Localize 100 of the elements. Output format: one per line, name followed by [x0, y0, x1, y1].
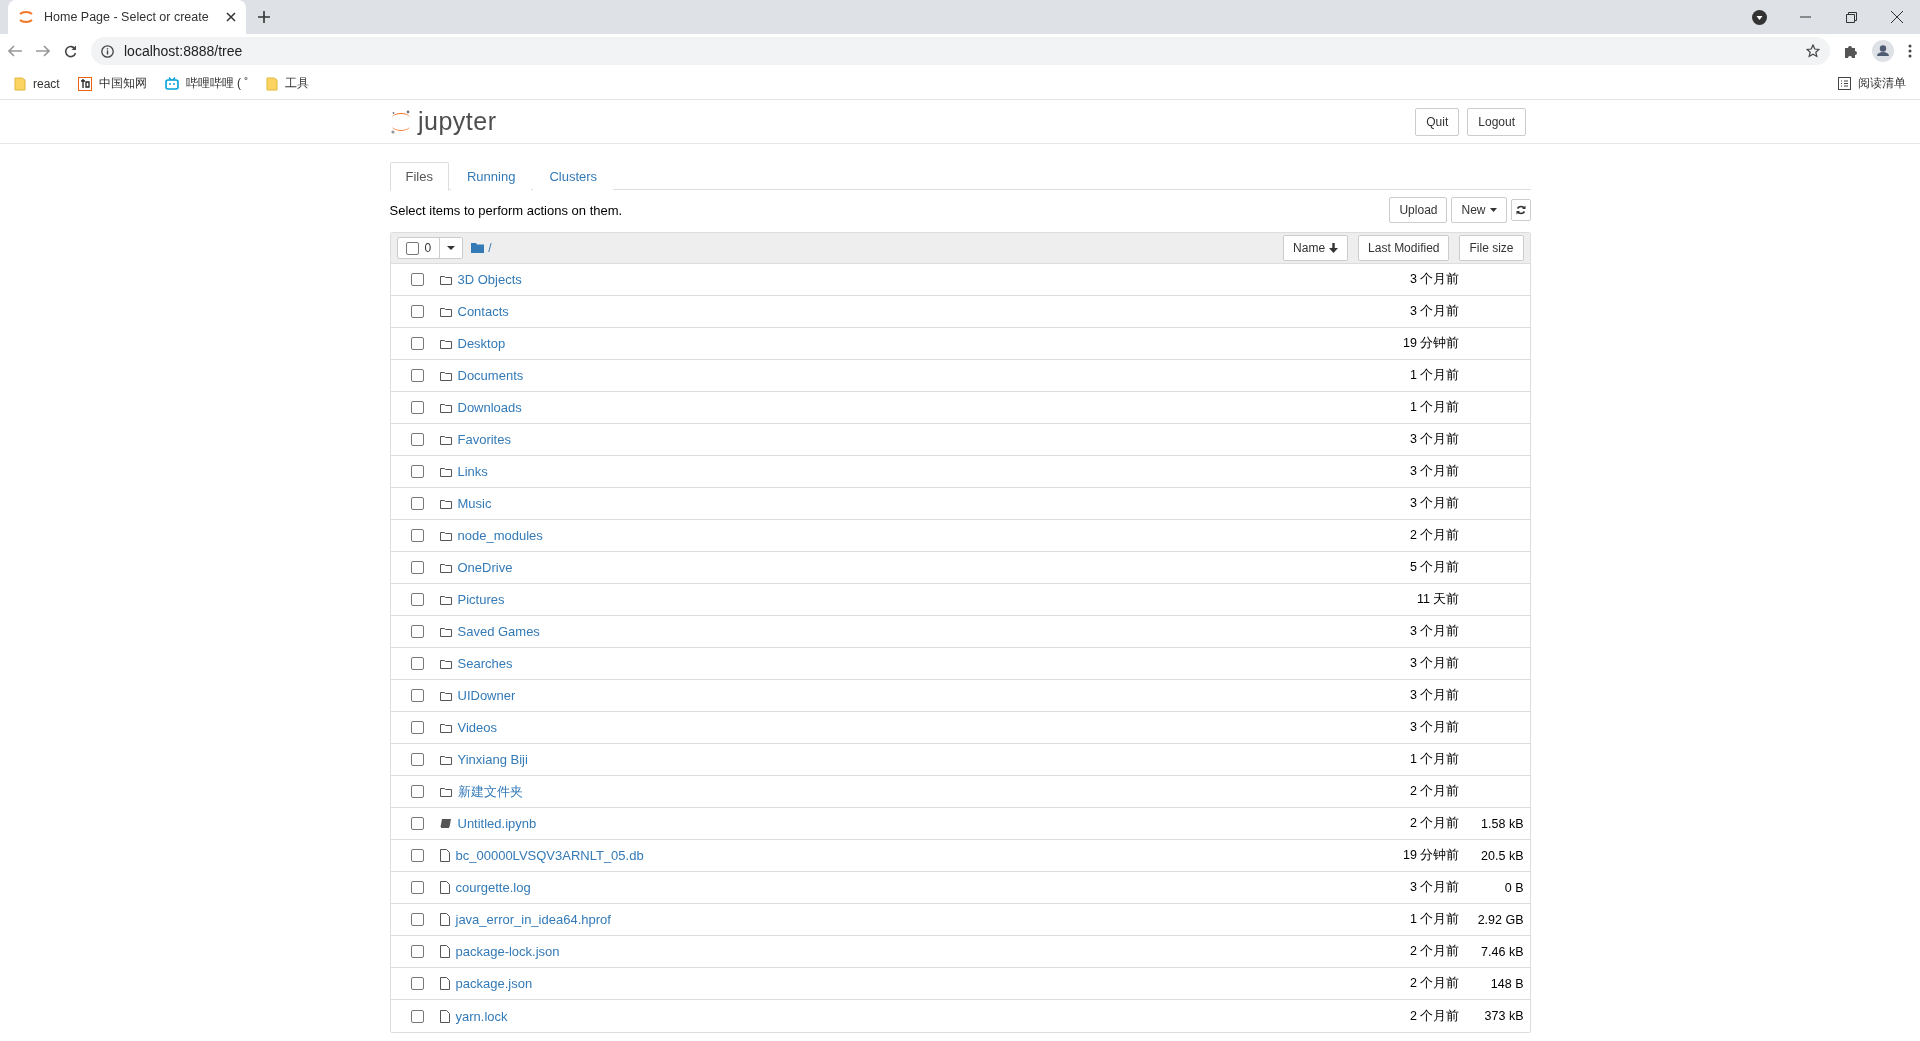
file-row[interactable]: 新建文件夹 2 个月前 [390, 776, 1530, 808]
checkbox[interactable] [410, 305, 424, 318]
plus-icon[interactable] [258, 11, 270, 23]
file-row[interactable]: Pictures 11 天前 [390, 584, 1530, 616]
file-name-link[interactable]: Music [457, 496, 492, 511]
file-name-link[interactable]: Saved Games [457, 624, 540, 639]
file-name-link[interactable]: Searches [457, 656, 513, 671]
browser-tab[interactable]: Home Page - Select or create [8, 0, 246, 34]
select-all-control[interactable]: 0 [396, 237, 464, 259]
file-row[interactable]: Saved Games 3 个月前 [390, 616, 1530, 648]
file-row[interactable]: Videos 3 个月前 [390, 712, 1530, 744]
checkbox[interactable] [410, 849, 424, 862]
checkbox[interactable] [410, 561, 424, 574]
sort-button[interactable]: Last Modified [1358, 235, 1450, 261]
file-row[interactable]: Desktop 19 分钟前 [390, 328, 1530, 360]
checkbox[interactable] [410, 273, 424, 286]
checkbox[interactable] [410, 753, 424, 766]
file-name-link[interactable]: Yinxiang Biji [457, 752, 528, 767]
file-name-link[interactable]: Links [457, 464, 488, 479]
file-row[interactable]: 3D Objects 3 个月前 [390, 264, 1530, 296]
star-icon[interactable] [1806, 44, 1820, 58]
checkbox[interactable] [410, 881, 424, 894]
sort-button[interactable]: File size [1459, 235, 1524, 261]
file-name-link[interactable]: yarn.lock [455, 1008, 508, 1024]
file-row[interactable]: yarn.lock 2 个月前 373 kB [390, 1000, 1530, 1032]
checkbox[interactable] [410, 785, 424, 798]
checkbox[interactable] [410, 945, 424, 958]
file-row[interactable]: Links 3 个月前 [390, 456, 1530, 488]
header-button[interactable]: Quit [1415, 107, 1460, 136]
file-row[interactable]: Music 3 个月前 [390, 488, 1530, 520]
file-name-link[interactable]: OneDrive [457, 560, 513, 575]
bookmark[interactable]: react [14, 76, 60, 91]
checkbox[interactable] [410, 657, 424, 670]
checkbox[interactable] [405, 241, 419, 255]
nav-tab[interactable]: Files [389, 162, 449, 191]
checkbox[interactable] [410, 1009, 424, 1023]
close-icon[interactable] [226, 12, 236, 22]
file-name-link[interactable]: 新建文件夹 [457, 782, 523, 801]
file-name-link[interactable]: Contacts [457, 304, 509, 319]
header-button[interactable]: Logout [1467, 107, 1526, 136]
address-bar[interactable]: localhost:8888/tree [91, 37, 1830, 65]
folder-icon[interactable] [471, 243, 485, 253]
file-name-link[interactable]: Desktop [457, 336, 506, 351]
caret-icon[interactable] [447, 246, 456, 250]
dropdown-icon[interactable] [1751, 9, 1767, 25]
file-row[interactable]: UIDowner 3 个月前 [390, 680, 1530, 712]
file-name-link[interactable]: Untitled.ipynb [457, 816, 537, 831]
file-row[interactable]: node_modules 2 个月前 [390, 520, 1530, 552]
checkbox[interactable] [410, 401, 424, 414]
file-name-link[interactable]: UIDowner [457, 688, 516, 703]
file-name-link[interactable]: package-lock.json [455, 944, 560, 959]
file-row[interactable]: Documents 1 个月前 [390, 360, 1530, 392]
file-name-link[interactable]: 3D Objects [457, 272, 522, 287]
checkbox[interactable] [410, 721, 424, 734]
checkbox[interactable] [410, 369, 424, 382]
file-row[interactable]: bc_00000LVSQV3ARNLT_05.db 19 分钟前 20.5 kB [390, 840, 1530, 872]
reading-list-button[interactable]: 阅读清单 [1838, 75, 1906, 92]
file-name-link[interactable]: Videos [457, 720, 497, 735]
file-row[interactable]: package.json 2 个月前 148 B [390, 968, 1530, 1000]
file-name-link[interactable]: Documents [457, 368, 524, 383]
file-row[interactable]: Favorites 3 个月前 [390, 424, 1530, 456]
checkbox[interactable] [410, 529, 424, 542]
checkbox[interactable] [410, 977, 424, 990]
file-row[interactable]: package-lock.json 2 个月前 7.46 kB [390, 936, 1530, 968]
checkbox[interactable] [410, 497, 424, 510]
file-row[interactable]: Contacts 3 个月前 [390, 296, 1530, 328]
bookmark[interactable]: 中国知网 [77, 75, 147, 92]
reload-icon[interactable] [64, 44, 77, 58]
restore-icon[interactable] [1845, 11, 1857, 23]
checkbox[interactable] [410, 337, 424, 350]
minimize-icon[interactable] [1799, 16, 1811, 18]
checkbox[interactable] [410, 625, 424, 638]
file-name-link[interactable]: bc_00000LVSQV3ARNLT_05.db [455, 848, 644, 863]
file-name-link[interactable]: Favorites [457, 432, 511, 447]
close-window-icon[interactable] [1891, 11, 1903, 23]
breadcrumb-link[interactable]: / [488, 241, 492, 255]
file-row[interactable]: java_error_in_idea64.hprof 1 个月前 2.92 GB [390, 904, 1530, 936]
file-row[interactable]: courgette.log 3 个月前 0 B [390, 872, 1530, 904]
checkbox[interactable] [410, 689, 424, 702]
file-row[interactable]: Yinxiang Biji 1 个月前 [390, 744, 1530, 776]
puzzle-icon[interactable] [1844, 44, 1858, 58]
profile-icon[interactable] [1872, 40, 1894, 62]
forward-icon[interactable] [36, 45, 50, 57]
checkbox[interactable] [410, 817, 424, 830]
file-name-link[interactable]: java_error_in_idea64.hprof [455, 912, 611, 927]
file-row[interactable]: OneDrive 5 个月前 [390, 552, 1530, 584]
file-name-link[interactable]: Downloads [457, 400, 522, 415]
file-row[interactable]: Downloads 1 个月前 [390, 392, 1530, 424]
file-name-link[interactable]: courgette.log [455, 880, 531, 895]
file-name-link[interactable]: node_modules [457, 528, 543, 543]
toolbar-button[interactable]: New [1451, 197, 1507, 223]
bookmark[interactable]: 哔哩哔哩 ( ˚ [164, 75, 249, 92]
menu-icon[interactable] [1908, 44, 1912, 58]
back-icon[interactable] [8, 45, 22, 57]
file-row[interactable]: Searches 3 个月前 [390, 648, 1530, 680]
checkbox[interactable] [410, 913, 424, 926]
checkbox[interactable] [410, 465, 424, 478]
toolbar-button[interactable]: Upload [1389, 197, 1448, 223]
checkbox[interactable] [410, 433, 424, 446]
checkbox[interactable] [410, 593, 424, 606]
